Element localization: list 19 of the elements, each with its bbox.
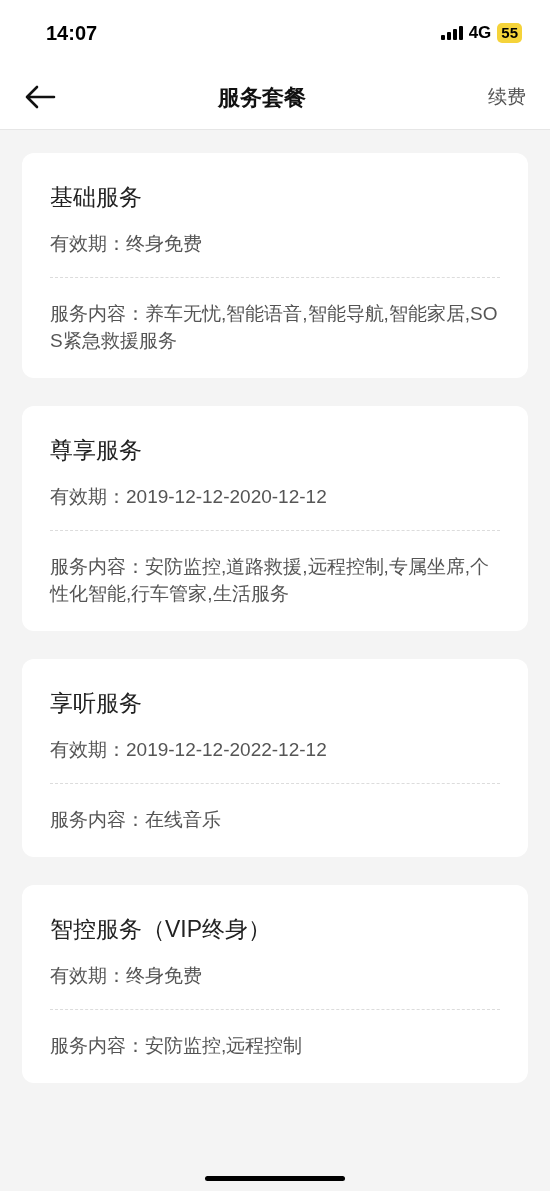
back-arrow-icon	[24, 85, 56, 109]
service-content: 服务内容：安防监控,道路救援,远程控制,专属坐席,个性化智能,行车管家,生活服务	[50, 555, 491, 606]
package-name: 智控服务（VIP终身）	[50, 915, 273, 944]
battery-indicator: 55	[497, 22, 522, 43]
validity-text: 有效期：2019-12-12-2022-12-12	[50, 738, 328, 762]
service-content: 服务内容：养车无忧,智能语音,智能导航,智能家居,SOS紧急救援服务	[50, 302, 499, 353]
validity-text: 有效期：终身免费	[50, 232, 203, 256]
renew-button[interactable]: 续费	[466, 82, 526, 112]
validity-text: 有效期：终身免费	[50, 964, 203, 988]
package-name: 尊享服务	[50, 436, 143, 465]
page-title: 服务套餐	[218, 83, 306, 112]
network-label: 4G	[468, 21, 492, 44]
service-content: 服务内容：安防监控,远程控制	[50, 1034, 304, 1058]
package-name: 基础服务	[50, 183, 143, 212]
package-name: 享听服务	[50, 689, 143, 718]
service-content: 服务内容：在线音乐	[50, 808, 222, 832]
signal-icon	[440, 25, 463, 40]
status-time: 14:07	[46, 20, 98, 46]
validity-text: 有效期：2019-12-12-2020-12-12	[50, 485, 328, 509]
